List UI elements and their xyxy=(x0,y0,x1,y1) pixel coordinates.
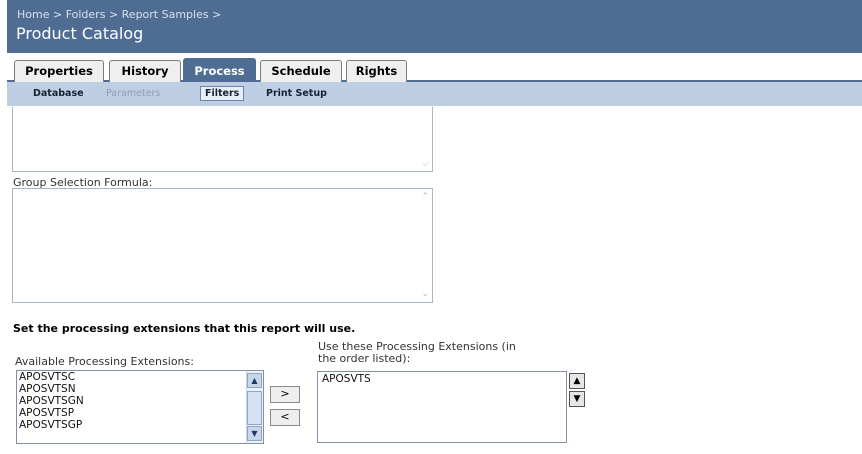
scroll-down-icon[interactable]: ▼ xyxy=(247,426,262,441)
page-title: Product Catalog xyxy=(16,24,144,43)
subtab-parameters: Parameters xyxy=(106,88,161,99)
available-extensions-list[interactable]: APOSVTSC APOSVTSN APOSVTSGN APOSVTSP APO… xyxy=(16,370,264,444)
tab-schedule[interactable]: Schedule xyxy=(260,60,342,82)
breadcrumb-separator: > xyxy=(108,8,119,21)
scrollbar[interactable]: ▲ ▼ xyxy=(246,371,263,443)
available-extensions-label: Available Processing Extensions: xyxy=(15,355,194,368)
subtab-print-setup[interactable]: Print Setup xyxy=(266,88,327,99)
breadcrumb-folders[interactable]: Folders xyxy=(66,8,106,21)
remove-extension-button[interactable]: < xyxy=(270,409,300,426)
selected-extensions-label-line2: the order listed): xyxy=(318,352,411,365)
move-up-icon[interactable]: ▲ xyxy=(569,373,585,389)
subtab-filters[interactable]: Filters xyxy=(200,86,245,101)
tab-history[interactable]: History xyxy=(109,60,181,82)
selected-extensions-list[interactable]: APOSVTS xyxy=(317,371,567,443)
list-item[interactable]: APOSVTSN xyxy=(17,383,263,395)
list-item[interactable]: APOSVTSC xyxy=(17,371,263,383)
scroll-up-icon[interactable]: ▲ xyxy=(247,373,262,388)
record-selection-formula-input[interactable]: ⌵ xyxy=(12,107,433,172)
list-item[interactable]: APOSVTSGP xyxy=(17,419,263,431)
extensions-heading: Set the processing extensions that this … xyxy=(13,322,356,335)
breadcrumb-separator: > xyxy=(52,8,63,21)
breadcrumb-report-samples[interactable]: Report Samples xyxy=(122,8,209,21)
move-down-icon[interactable]: ▼ xyxy=(569,391,585,407)
list-item[interactable]: APOSVTSP xyxy=(17,407,263,419)
breadcrumb: Home > Folders > Report Samples > xyxy=(17,8,221,21)
tab-rights[interactable]: Rights xyxy=(346,60,407,82)
breadcrumb-home[interactable]: Home xyxy=(17,8,49,21)
list-item[interactable]: APOSVTS xyxy=(318,372,566,385)
group-selection-formula-input[interactable]: ⌃ ⌄ xyxy=(12,188,433,303)
scroll-down-icon[interactable]: ⌵ xyxy=(422,159,429,169)
tab-bar: Properties History Process Schedule Righ… xyxy=(7,53,862,82)
tab-properties[interactable]: Properties xyxy=(14,60,104,82)
subtab-database[interactable]: Database xyxy=(33,88,84,99)
list-item[interactable]: APOSVTSGN xyxy=(17,395,263,407)
scrollbar-thumb[interactable] xyxy=(247,391,262,425)
subtab-bar: Database Parameters Filters Print Setup xyxy=(7,82,862,106)
selected-extensions-label: Use these Processing Extensions (in the … xyxy=(318,341,516,365)
scroll-down-icon[interactable]: ⌄ xyxy=(421,289,429,299)
scroll-up-icon[interactable]: ⌃ xyxy=(421,192,429,202)
breadcrumb-separator: > xyxy=(212,8,222,21)
add-extension-button[interactable]: > xyxy=(270,386,300,403)
page-header: Home > Folders > Report Samples > Produc… xyxy=(7,0,862,53)
tab-process[interactable]: Process xyxy=(183,58,256,82)
